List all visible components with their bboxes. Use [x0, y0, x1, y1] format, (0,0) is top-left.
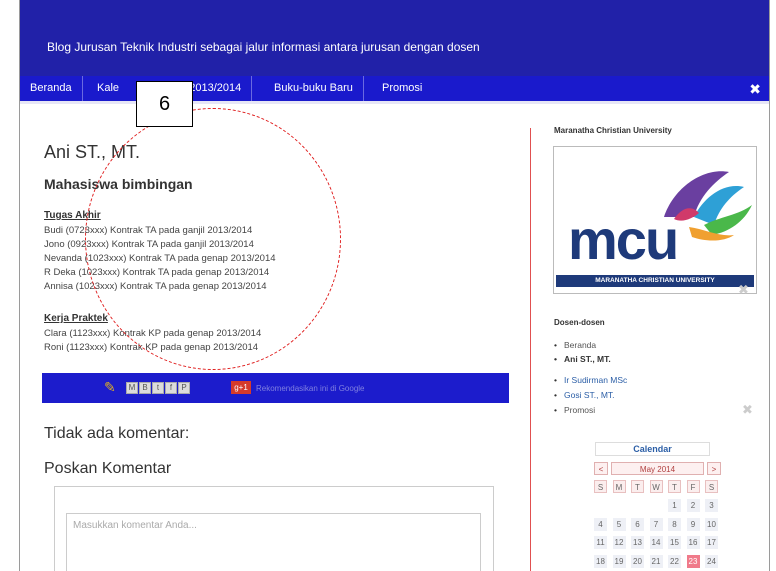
bullet-icon: •	[554, 405, 557, 415]
dosen-title: Dosen-dosen	[554, 318, 605, 327]
email-share-icon[interactable]: M	[126, 382, 138, 394]
calendar-day[interactable]: 5	[612, 517, 626, 531]
dosen-item[interactable]: • Beranda	[554, 340, 596, 350]
dosen-item-label: Ir Sudirman MSc	[564, 375, 628, 385]
calendar-day[interactable]: 1	[668, 499, 681, 512]
mcu-logo-text: mcu	[568, 208, 679, 271]
calendar-day[interactable]: 2	[686, 499, 700, 512]
nav-item-buku-buku-baru[interactable]: Buku-buku Baru	[264, 76, 364, 101]
calendar-day[interactable]: 22	[668, 554, 681, 568]
calendar-day[interactable]: 9	[686, 517, 700, 531]
mahasiswa-bimbingan-heading: Mahasiswa bimbingan	[44, 176, 193, 192]
calendar-day[interactable]: 4	[594, 517, 607, 531]
blog-header: Blog Jurusan Teknik Industri sebagai jal…	[20, 0, 769, 76]
calendar-day[interactable]: 10	[705, 517, 718, 531]
calendar-day[interactable]: 17	[705, 536, 718, 549]
bullet-icon: •	[554, 390, 557, 400]
calendar-day[interactable]: 19	[612, 554, 626, 568]
sidebar-university-title: Maranatha Christian University	[554, 126, 672, 135]
bullet-icon: •	[554, 340, 557, 350]
pinterest-share-icon[interactable]: P	[178, 382, 190, 394]
tugas-akhir-line: R Deka (1023xxx) Kontrak TA pada genap 2…	[44, 267, 270, 278]
browser-page: Blog Jurusan Teknik Industri sebagai jal…	[19, 0, 770, 571]
calendar-weekday: T	[668, 480, 681, 493]
no-comments-heading: Tidak ada komentar:	[44, 425, 190, 442]
calendar-day[interactable]: 16	[686, 536, 700, 549]
calendar-month-label: May 2014	[611, 462, 704, 475]
widget-edit-icon[interactable]: ✖	[738, 282, 749, 298]
tugas-akhir-line: Jono (0923xxx) Kontrak TA pada ganjil 20…	[44, 239, 254, 250]
dosen-item-label: Beranda	[564, 340, 597, 350]
calendar-day[interactable]: 7	[649, 517, 663, 531]
kerja-praktek-line: Roni (1123xxx) Kontrak KP pada genap 201…	[44, 342, 259, 353]
calendar-day[interactable]: 14	[649, 536, 663, 549]
calendar-day[interactable]: 23	[686, 554, 700, 568]
tugas-akhir-line: Budi (0723xxx) Kontrak TA pada ganjil 20…	[44, 225, 253, 236]
dosen-item[interactable]: • Ir Sudirman MSc	[554, 375, 627, 385]
calendar-weekday: F	[686, 480, 700, 493]
tugas-akhir-line: Annisa (1023xxx) Kontrak TA pada genap 2…	[44, 281, 267, 292]
google-plus-one-button[interactable]: g+1	[231, 381, 251, 394]
calendar-prev-button[interactable]: <	[594, 462, 608, 475]
calendar-day[interactable]: 6	[631, 517, 644, 531]
calendar-weekday: S	[705, 480, 718, 493]
nav-shadow	[20, 101, 769, 104]
dosen-item[interactable]: • Gosi ST., MT.	[554, 390, 615, 400]
sidebar-divider	[530, 128, 531, 571]
calendar-day[interactable]: 3	[705, 499, 718, 512]
tools-icon[interactable]: ✖	[749, 81, 761, 98]
tugas-akhir-line: Nevanda (1023xxx) Kontrak TA pada genap …	[44, 253, 276, 264]
twitter-share-icon[interactable]: t	[152, 382, 164, 394]
recommend-google-text: Rekomendasikan ini di Google	[256, 384, 365, 393]
calendar-day[interactable]: 12	[612, 536, 626, 549]
post-title: Ani ST., MT.	[44, 142, 141, 162]
calendar-day[interactable]: 18	[594, 554, 607, 568]
tugas-akhir-heading: Tugas Akhir	[44, 210, 101, 221]
blog-share-icon[interactable]: B	[139, 382, 151, 394]
nav-item-beranda[interactable]: Beranda	[20, 76, 83, 101]
calendar-weekday: T	[631, 480, 644, 493]
calendar-title: Calendar	[595, 442, 710, 456]
dosen-item[interactable]: • Ani ST., MT.	[554, 354, 611, 364]
mcu-logo[interactable]: mcu MARANATHA CHRISTIAN UNIVERSITY	[553, 146, 757, 294]
calendar-day[interactable]: 24	[705, 554, 718, 568]
calendar-next-button[interactable]: >	[707, 462, 721, 475]
widget-edit-icon[interactable]: ✖	[742, 402, 753, 418]
mcu-logo-bar: MARANATHA CHRISTIAN UNIVERSITY	[556, 275, 754, 287]
post-comment-heading: Poskan Komentar	[44, 460, 172, 477]
nav-bar: Beranda Kale emik 2013/2014 Buku-buku Ba…	[20, 76, 769, 101]
calendar-day[interactable]: 13	[631, 536, 644, 549]
comment-input[interactable]: Masukkan komentar Anda...	[66, 513, 481, 571]
calendar-day[interactable]: 11	[594, 536, 607, 549]
facebook-share-icon[interactable]: f	[165, 382, 177, 394]
calendar-weekday: W	[649, 480, 663, 493]
dosen-item[interactable]: • Promosi	[554, 405, 595, 415]
nav-item-kalender-akademik[interactable]: Kale	[87, 76, 119, 101]
dosen-item-label: Ani ST., MT.	[564, 354, 611, 364]
bullet-icon: •	[554, 375, 557, 385]
edit-pencil-icon[interactable]: ✎	[104, 379, 116, 396]
calendar-weekday: S	[594, 480, 607, 493]
calendar-day[interactable]: 21	[649, 554, 663, 568]
calendar-day[interactable]: 15	[668, 536, 681, 549]
blog-header-text: Blog Jurusan Teknik Industri sebagai jal…	[47, 40, 480, 54]
calendar-day[interactable]: 8	[668, 517, 681, 531]
dosen-item-label: Promosi	[564, 405, 596, 415]
kerja-praktek-line: Clara (1123xxx) Kontrak KP pada genap 20…	[44, 328, 262, 339]
bullet-icon: •	[554, 354, 557, 364]
nav-item-promosi[interactable]: Promosi	[372, 76, 432, 101]
dosen-item-label: Gosi ST., MT.	[564, 390, 615, 400]
calendar-weekday: M	[612, 480, 626, 493]
annotation-number-box: 6	[136, 81, 193, 127]
share-bar: ✎ M B t f P g+1 Rekomendasikan ini di Go…	[42, 373, 509, 403]
kerja-praktek-heading: Kerja Praktek	[44, 313, 108, 324]
calendar-day[interactable]: 20	[631, 554, 644, 568]
